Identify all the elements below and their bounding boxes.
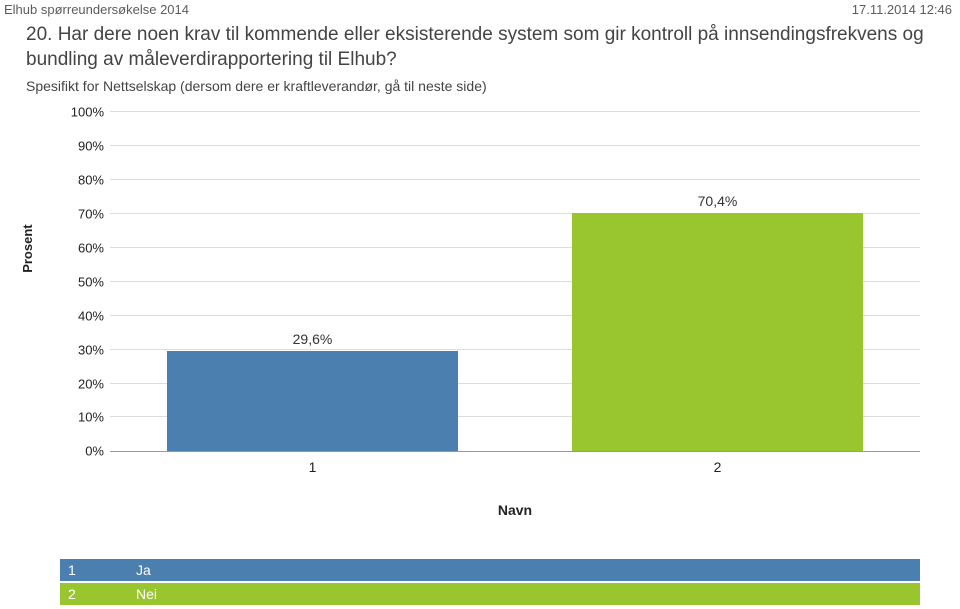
y-tick: 90%	[62, 139, 104, 154]
legend-key: 2	[60, 586, 128, 602]
plot-area: 100% 90% 80% 70% 60% 50% 40% 30% 20% 10%…	[110, 112, 920, 452]
y-tick: 80%	[62, 173, 104, 188]
y-tick: 20%	[62, 376, 104, 391]
y-tick: 10%	[62, 410, 104, 425]
timestamp: 17.11.2014 12:46	[852, 2, 952, 17]
y-tick: 100%	[62, 105, 104, 120]
legend: 1 Ja 2 Nei	[60, 557, 920, 605]
question-title: 20. Har dere noen krav til kommende elle…	[26, 23, 934, 72]
page-header: Elhub spørreundersøkelse 2014 17.11.2014…	[0, 0, 960, 17]
survey-name: Elhub spørreundersøkelse 2014	[4, 2, 189, 17]
x-axis-label: Navn	[110, 502, 920, 518]
question-subtitle: Spesifikt for Nettselskap (dersom dere e…	[26, 78, 934, 94]
x-tick: 2	[572, 459, 864, 475]
chart-area: Prosent 100% 90% 80% 70% 60% 50% 40% 30%…	[60, 112, 920, 482]
bar-nei: 70,4%	[572, 213, 864, 452]
y-tick: 0%	[62, 444, 104, 459]
bar-label: 70,4%	[572, 193, 864, 209]
y-axis-label: Prosent	[20, 225, 35, 273]
bar-ja: 29,6%	[167, 351, 459, 451]
question-block: 20. Har dere noen krav til kommende elle…	[0, 17, 960, 94]
legend-label: Nei	[128, 586, 920, 602]
legend-row: 1 Ja	[60, 559, 920, 581]
x-tick: 1	[167, 459, 459, 475]
legend-row: 2 Nei	[60, 583, 920, 605]
y-tick: 50%	[62, 274, 104, 289]
bar-label: 29,6%	[167, 331, 459, 347]
y-tick: 60%	[62, 240, 104, 255]
legend-key: 1	[60, 562, 128, 578]
y-tick: 30%	[62, 342, 104, 357]
y-tick: 40%	[62, 308, 104, 323]
y-tick: 70%	[62, 207, 104, 222]
legend-label: Ja	[128, 562, 920, 578]
